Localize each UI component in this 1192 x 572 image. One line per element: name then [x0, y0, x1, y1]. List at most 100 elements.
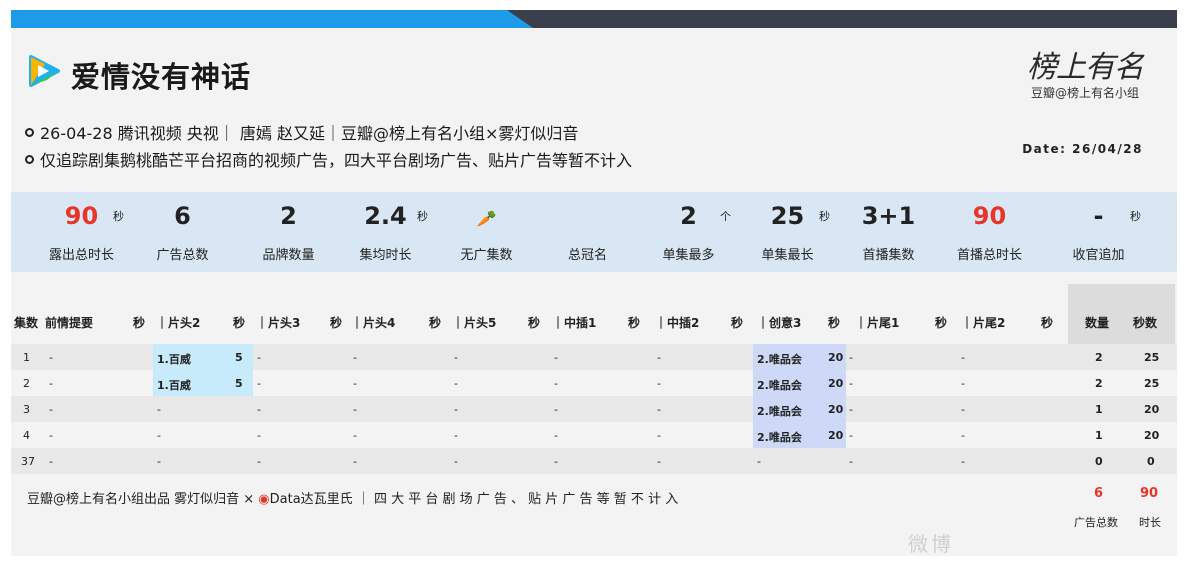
top-bar-blue — [11, 10, 533, 28]
drama-title: 爱情没有神话 — [71, 60, 252, 94]
cell-brand: 2.唯品会 — [757, 353, 802, 366]
table-row: 4 - - - - - - - 2.唯品会 20 - - 1 20 — [11, 422, 1177, 448]
cell: - — [961, 351, 965, 364]
col-header: ｜中插1 — [552, 316, 597, 330]
cell-episode: 3 — [23, 403, 30, 416]
stat-unit: 秒 — [113, 210, 124, 223]
cell-episode: 4 — [23, 429, 30, 442]
stat-longest-episode: 25 秒 单集最长 — [737, 192, 838, 272]
stat-value: 🥕 — [436, 202, 537, 230]
cell-brand: 2.唯品会 — [757, 405, 802, 418]
info-line-1: 26-04-28 腾讯视频 央视｜ 唐嫣 赵又延｜豆瓣@榜上有名小组×雾灯似归音 — [25, 120, 578, 144]
table-row: 2 - 1.百威 5 - - - - - 2.唯品会 20 - - 2 25 — [11, 370, 1177, 396]
bullet-icon — [25, 154, 34, 164]
info-text-1: 26-04-28 腾讯视频 央视｜ 唐嫣 赵又延｜豆瓣@榜上有名小组×雾灯似归音 — [40, 124, 579, 143]
cell-brand: 1.百威 — [157, 353, 191, 366]
col-header-seconds: 秒数 — [1133, 316, 1158, 330]
cell: - — [353, 351, 357, 364]
cell-total-seconds: 20 — [1144, 403, 1160, 416]
cell: - — [961, 455, 965, 468]
brand-subtitle: 豆瓣@榜上有名小组 — [1030, 86, 1139, 100]
col-header: 秒 — [1041, 316, 1054, 330]
cell: - — [157, 403, 161, 416]
stat-finale-extra: - 秒 收官追加 — [1048, 192, 1149, 272]
stats-strip: 90 秒 露出总时长 6 广告总数 2 品牌数量 2.4 秒 集均时长 🥕 无广… — [11, 192, 1177, 272]
stat-label: 无广集数 — [460, 248, 513, 263]
stat-no-ad-episodes: 🥕 无广集数 — [436, 192, 537, 272]
stat-brand-count: 2 品牌数量 — [238, 192, 339, 272]
cell: - — [657, 403, 661, 416]
cell-seconds: 20 — [828, 429, 844, 442]
stat-value: 3+1 — [861, 202, 916, 230]
stat-total-exposure: 90 秒 露出总时长 — [31, 192, 132, 272]
cell-seconds: 20 — [828, 351, 844, 364]
stat-unit: 秒 — [819, 210, 830, 223]
cell-seconds: 5 — [235, 351, 243, 364]
cell: - — [554, 377, 558, 390]
stat-unit: 秒 — [1130, 210, 1141, 223]
cell-count: 0 — [1095, 455, 1103, 468]
cell: - — [757, 455, 761, 468]
col-header: 秒 — [628, 316, 641, 330]
cell: - — [49, 351, 53, 364]
info-line-2: 仅追踪剧集鹅桃酷芒平台招商的视频广告，四大平台剧场广告、贴片广告等暂不计入 — [25, 147, 632, 171]
col-header: ｜片尾1 — [855, 316, 900, 330]
cell: - — [257, 403, 261, 416]
watermark: 微博 — [908, 532, 954, 556]
col-header: 秒 — [731, 316, 744, 330]
cell: - — [657, 377, 661, 390]
cell-total-seconds: 25 — [1144, 351, 1160, 364]
cell: - — [849, 455, 853, 468]
col-header: 前情提要 — [45, 316, 94, 330]
stat-label: 广告总数 — [156, 248, 209, 263]
cell-seconds: 5 — [235, 377, 243, 390]
cell: - — [257, 455, 261, 468]
cell-brand: 2.唯品会 — [757, 379, 802, 392]
footer-text-2: Data达瓦里氏 ｜ 四 大 平 台 剧 场 广 告 、 贴 片 广 告 等 暂… — [269, 492, 679, 507]
total-duration-label: 时长 — [1139, 516, 1161, 529]
cell: - — [849, 377, 853, 390]
total-ad-count-label: 广告总数 — [1074, 516, 1118, 529]
cell: - — [257, 377, 261, 390]
stat-label: 总冠名 — [567, 248, 607, 263]
cell-brand: 2.唯品会 — [757, 431, 802, 444]
cell: - — [257, 351, 261, 364]
top-bar-dark — [507, 10, 1177, 28]
table-row: 3 - - - - - - - 2.唯品会 20 - - 1 20 — [11, 396, 1177, 422]
cell: - — [49, 403, 53, 416]
cell: - — [157, 429, 161, 442]
cell-seconds: 20 — [828, 403, 844, 416]
cell: - — [454, 403, 458, 416]
info-text-2: 仅追踪剧集鹅桃酷芒平台招商的视频广告，四大平台剧场广告、贴片广告等暂不计入 — [40, 151, 633, 170]
cell-total-seconds: 25 — [1144, 377, 1160, 390]
cell: - — [849, 403, 853, 416]
stat-label: 单集最长 — [761, 248, 814, 263]
cell: - — [257, 429, 261, 442]
cell: - — [849, 351, 853, 364]
stat-avg-duration: 2.4 秒 集均时长 — [335, 192, 436, 272]
cell: - — [454, 429, 458, 442]
total-duration: 90 — [1140, 486, 1159, 501]
stat-value: 90 — [972, 202, 1007, 230]
cell: - — [961, 377, 965, 390]
cell-episode: 37 — [21, 455, 35, 468]
report-card: 爱情没有神话 26-04-28 腾讯视频 央视｜ 唐嫣 赵又延｜豆瓣@榜上有名小… — [11, 10, 1177, 556]
col-header: 秒 — [828, 316, 841, 330]
cell: - — [157, 455, 161, 468]
col-header: ｜片头5 — [452, 316, 497, 330]
total-ad-count: 6 — [1094, 486, 1104, 501]
cell: - — [554, 429, 558, 442]
tencent-video-play-icon — [29, 55, 60, 87]
col-header: 秒 — [935, 316, 948, 330]
bullet-icon — [25, 127, 34, 137]
cell-count: 2 — [1095, 351, 1103, 364]
cell-total-seconds: 0 — [1147, 455, 1155, 468]
table-row: 1 - 1.百威 5 - - - - - 2.唯品会 20 - - 2 25 — [11, 344, 1177, 370]
cell: - — [353, 403, 357, 416]
footer-text: 豆瓣@榜上有名小组出品 雾灯似归音 × — [27, 492, 259, 507]
cell-count: 1 — [1095, 403, 1103, 416]
col-header: ｜创意3 — [757, 316, 802, 330]
col-header-episode: 集数 — [14, 316, 39, 330]
col-header: 秒 — [330, 316, 343, 330]
cell: - — [849, 429, 853, 442]
